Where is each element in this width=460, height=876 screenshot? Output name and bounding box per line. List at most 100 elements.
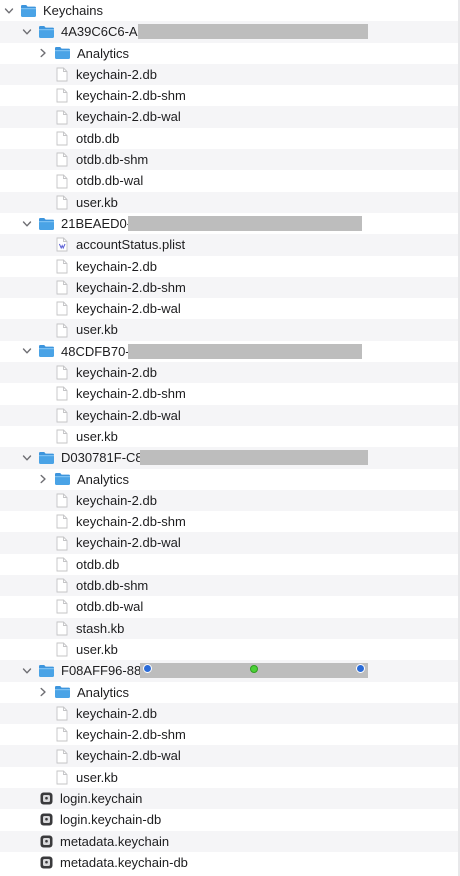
item-label: login.keychain — [60, 790, 143, 806]
folder-icon — [38, 24, 55, 40]
file-row[interactable]: metadata.keychain — [0, 830, 460, 852]
folder-row[interactable]: Analytics — [0, 469, 460, 490]
file-icon — [54, 280, 70, 296]
file-row[interactable]: keychain-2.db-shm — [0, 511, 460, 532]
file-icon — [54, 705, 70, 721]
file-row[interactable]: otdb.db-shm — [0, 575, 460, 597]
item-label: stash.kb — [76, 620, 125, 636]
file-row[interactable]: metadata.keychain-db — [0, 852, 460, 873]
file-row[interactable]: keychain-2.db-shm — [0, 724, 460, 745]
file-icon — [54, 322, 70, 338]
file-row[interactable]: keychain-2.db — [0, 63, 460, 86]
item-label: Analytics — [77, 684, 130, 700]
item-label: otdb.db-wal — [76, 173, 144, 189]
item-label: Analytics — [77, 471, 130, 487]
item-label: otdb.db-shm — [76, 578, 149, 594]
folder-icon — [54, 471, 71, 487]
item-label: user.kb — [76, 641, 118, 657]
file-icon — [54, 301, 70, 317]
redaction-box — [140, 450, 368, 466]
item-label: user.kb — [76, 769, 118, 785]
folder-icon — [38, 663, 55, 679]
file-icon — [54, 407, 70, 423]
item-label: login.keychain-db — [60, 812, 162, 828]
file-icon — [54, 194, 70, 210]
file-row[interactable]: keychain-2.db — [0, 362, 460, 384]
chevron-down-icon[interactable] — [22, 666, 32, 676]
file-icon — [54, 365, 70, 381]
file-row[interactable]: keychain-2.db-wal — [0, 532, 460, 554]
redaction-box — [138, 24, 368, 40]
rotate-handle[interactable] — [250, 664, 258, 673]
folder-icon — [54, 45, 71, 61]
folder-row[interactable]: 48CDFB70- — [0, 341, 460, 362]
item-label: Analytics — [77, 45, 130, 61]
file-row[interactable]: keychain-2.db-shm — [0, 276, 460, 299]
folder-row[interactable]: Analytics — [0, 682, 460, 703]
item-label: 48CDFB70- — [61, 343, 130, 359]
file-row[interactable]: keychain-2.db-shm — [0, 383, 460, 404]
file-row[interactable]: keychain-2.db-wal — [0, 106, 460, 128]
file-icon — [54, 642, 70, 658]
file-row[interactable]: keychain-2.db-wal — [0, 298, 460, 319]
item-label: F08AFF96-88 — [61, 663, 142, 679]
item-label: Keychains — [43, 3, 103, 18]
folder-row[interactable]: 21BEAED0-D — [0, 213, 460, 234]
file-row[interactable]: otdb.db — [0, 128, 460, 149]
file-row[interactable]: user.kb — [0, 191, 460, 213]
folder-icon — [54, 684, 71, 700]
file-row[interactable]: keychain-2.db-shm — [0, 85, 460, 106]
item-label: keychain-2.db — [76, 258, 157, 274]
chevron-down-icon[interactable] — [22, 453, 32, 463]
file-row[interactable]: keychain-2.db-wal — [0, 745, 460, 767]
file-icon — [54, 152, 70, 168]
item-label: metadata.keychain-db — [60, 854, 188, 870]
chevron-down-icon[interactable] — [22, 346, 32, 356]
file-icon — [54, 599, 70, 615]
file-row[interactable]: keychain-2.db — [0, 702, 460, 725]
file-row[interactable]: otdb.db-wal — [0, 170, 460, 191]
item-label: keychain-2.db-wal — [76, 748, 181, 764]
item-label: keychain-2.db-shm — [76, 514, 186, 530]
item-label: user.kb — [76, 428, 118, 444]
chevron-down-icon[interactable] — [4, 6, 14, 16]
file-row[interactable]: keychain-2.db-wal — [0, 404, 460, 426]
folder-row[interactable]: D030781F-C8 — [0, 447, 460, 469]
item-label: keychain-2.db-wal — [76, 407, 181, 423]
file-row[interactable]: stash.kb — [0, 617, 460, 639]
item-label: keychain-2.db-shm — [76, 727, 186, 743]
chevron-down-icon[interactable] — [22, 219, 32, 229]
item-label: otdb.db — [76, 130, 120, 146]
file-icon — [54, 386, 70, 402]
redaction-box — [128, 215, 362, 231]
item-label: otdb.db — [76, 556, 120, 572]
file-row[interactable]: user.kb — [0, 767, 460, 788]
item-label: keychain-2.db-wal — [76, 535, 181, 551]
folder-icon — [20, 3, 37, 19]
folder-row[interactable]: Analytics — [0, 43, 460, 64]
keychain-file-icon — [38, 833, 54, 849]
file-row[interactable]: user.kb — [0, 319, 460, 341]
file-row[interactable]: accountStatus.plist — [0, 234, 460, 256]
folder-row[interactable]: Keychains — [0, 0, 460, 21]
item-label: accountStatus.plist — [76, 237, 186, 253]
redaction-box — [128, 343, 362, 359]
folder-row[interactable]: F08AFF96-88 — [0, 660, 460, 682]
chevron-right-icon[interactable] — [38, 48, 48, 58]
file-row[interactable]: otdb.db-shm — [0, 149, 460, 171]
file-row[interactable]: keychain-2.db — [0, 256, 460, 277]
file-icon — [54, 578, 70, 594]
file-icon — [54, 67, 70, 83]
chevron-down-icon[interactable] — [22, 27, 32, 37]
file-row[interactable]: keychain-2.db — [0, 489, 460, 512]
file-row[interactable]: user.kb — [0, 639, 460, 660]
chevron-right-icon[interactable] — [38, 687, 48, 697]
file-row[interactable]: login.keychain-db — [0, 809, 460, 830]
file-row[interactable]: otdb.db-wal — [0, 596, 460, 617]
file-row[interactable]: otdb.db — [0, 554, 460, 575]
folder-icon — [38, 216, 55, 232]
file-row[interactable]: login.keychain — [0, 787, 460, 810]
chevron-right-icon[interactable] — [38, 474, 48, 484]
file-row[interactable]: user.kb — [0, 426, 460, 447]
folder-row[interactable]: 4A39C6C6-A — [0, 21, 460, 43]
